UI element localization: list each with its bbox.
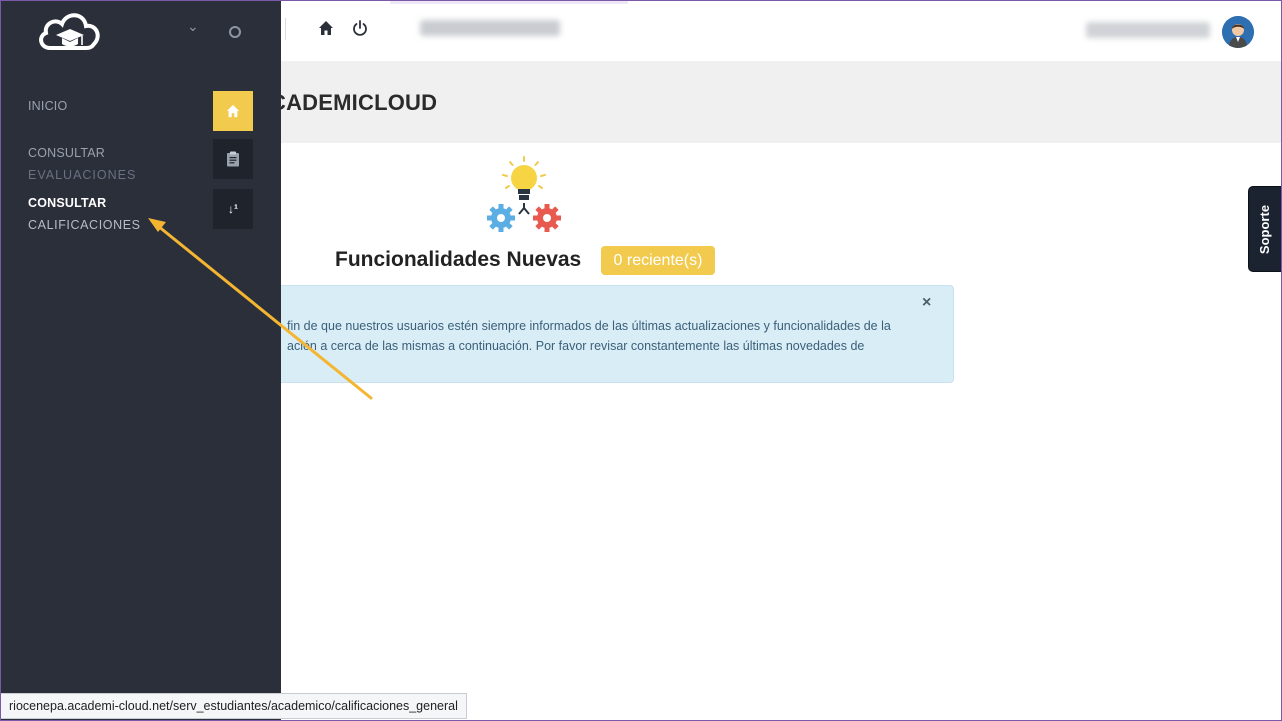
- home-icon: [226, 104, 240, 118]
- top-bar: ⌄: [0, 0, 1282, 61]
- sidebar-home-button[interactable]: [213, 91, 253, 131]
- school-name-redacted: [420, 20, 560, 36]
- power-icon[interactable]: [351, 19, 369, 37]
- support-label: Soporte: [1257, 204, 1273, 254]
- top-accent-strip: [390, 0, 628, 4]
- sidebar-item-label: CONSULTAR: [28, 196, 107, 210]
- features-alert: fin de que nuestros usuarios estén siemp…: [281, 285, 954, 383]
- sort-numeric-icon: ↓¹: [228, 202, 238, 216]
- user-name-redacted[interactable]: [1086, 22, 1210, 38]
- close-icon[interactable]: ×: [922, 294, 931, 312]
- support-tab[interactable]: Soporte: [1248, 186, 1282, 272]
- sidebar-item-label: INICIO: [28, 99, 68, 113]
- recent-count-badge: 0 reciente(s): [601, 246, 715, 275]
- sidebar-item-sublabel: EVALUACIONES: [28, 168, 137, 182]
- alert-line: ación a cerca de las mismas a continuaci…: [287, 339, 865, 353]
- sidebar-item-inicio[interactable]: INICIO: [28, 95, 67, 117]
- academicloud-logo-icon[interactable]: [36, 8, 102, 56]
- status-bar-url: riocenepa.academi-cloud.net/serv_estudia…: [0, 693, 467, 719]
- home-icon[interactable]: [318, 20, 334, 36]
- circle-icon[interactable]: [229, 26, 241, 38]
- alert-message: fin de que nuestros usuarios estén siemp…: [287, 316, 927, 356]
- sidebar: INICIO CONSULTAR EVALUACIONES CONSULTAR …: [0, 61, 281, 721]
- user-avatar-icon: [1222, 16, 1254, 48]
- sidebar-item-consultar-evaluaciones[interactable]: CONSULTAR EVALUACIONES: [28, 142, 178, 186]
- logo-area: ⌄: [0, 0, 281, 61]
- sidebar-item-sublabel: CALIFICACIONES: [28, 218, 141, 232]
- alert-line: fin de que nuestros usuarios estén siemp…: [287, 319, 891, 333]
- chevron-down-icon[interactable]: ⌄: [187, 18, 199, 35]
- sidebar-evaluaciones-button[interactable]: [213, 139, 253, 179]
- avatar[interactable]: [1222, 16, 1254, 48]
- toolbar-divider: [285, 18, 286, 40]
- clipboard-icon: [227, 151, 239, 167]
- sidebar-calificaciones-button[interactable]: ↓¹: [213, 189, 253, 229]
- features-title: Funcionalidades Nuevas: [335, 248, 582, 271]
- sidebar-item-label: CONSULTAR: [28, 146, 106, 160]
- page-title: CADEMICLOUD: [270, 90, 438, 115]
- sidebar-item-consultar-calificaciones[interactable]: CONSULTAR CALIFICACIONES: [28, 192, 178, 236]
- lightbulb-gears-icon: [487, 156, 561, 232]
